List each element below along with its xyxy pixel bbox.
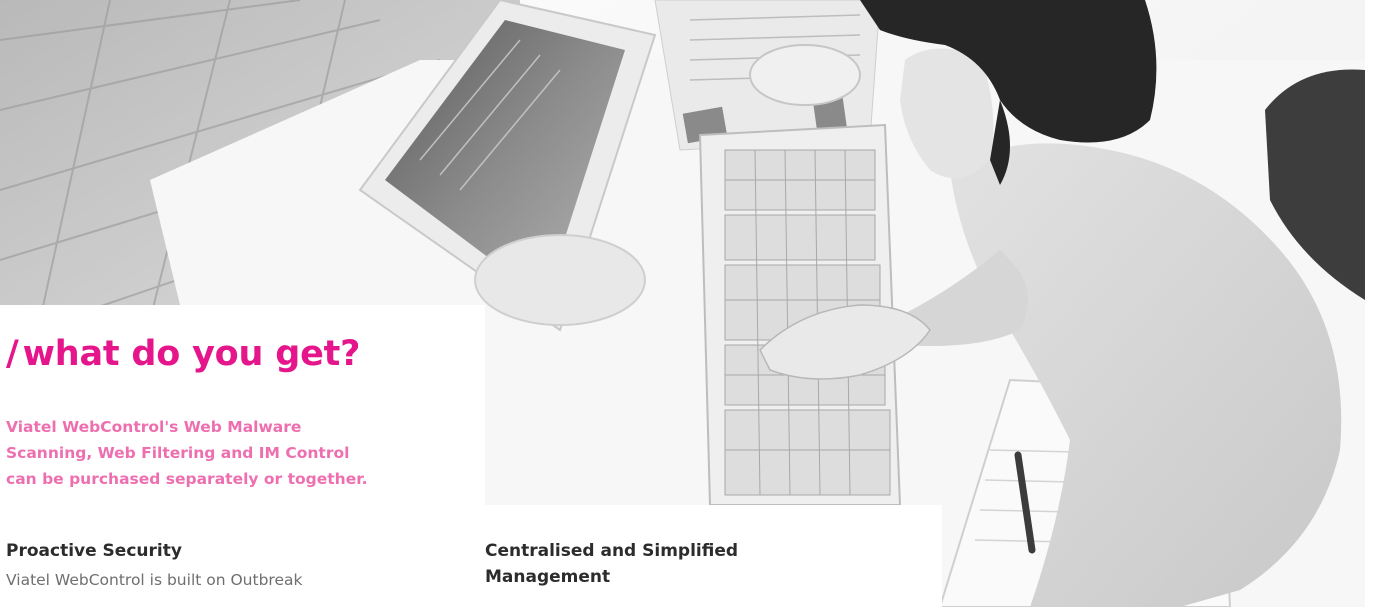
intro-line: Viatel WebControl's Web Malware [6, 418, 302, 436]
intro-line: can be purchased separately or together. [6, 470, 368, 488]
title-text: what do you get? [22, 334, 361, 374]
title-slash: / [6, 334, 19, 374]
feature-title-proactive-security: Proactive Security [6, 541, 182, 561]
feature-title-centralised-management: Centralised and Simplified Management [485, 538, 905, 590]
page-edge [1365, 0, 1373, 607]
intro-paragraph: Viatel WebControl's Web Malware Scanning… [6, 414, 476, 492]
feature-body-proactive-security: Viatel WebControl is built on Outbreak [6, 571, 303, 589]
feature-title-line: Management [485, 567, 611, 587]
feature-title-line: Centralised and Simplified [485, 541, 739, 561]
intro-line: Scanning, Web Filtering and IM Control [6, 444, 350, 462]
page-title: / what do you get? [6, 334, 360, 374]
